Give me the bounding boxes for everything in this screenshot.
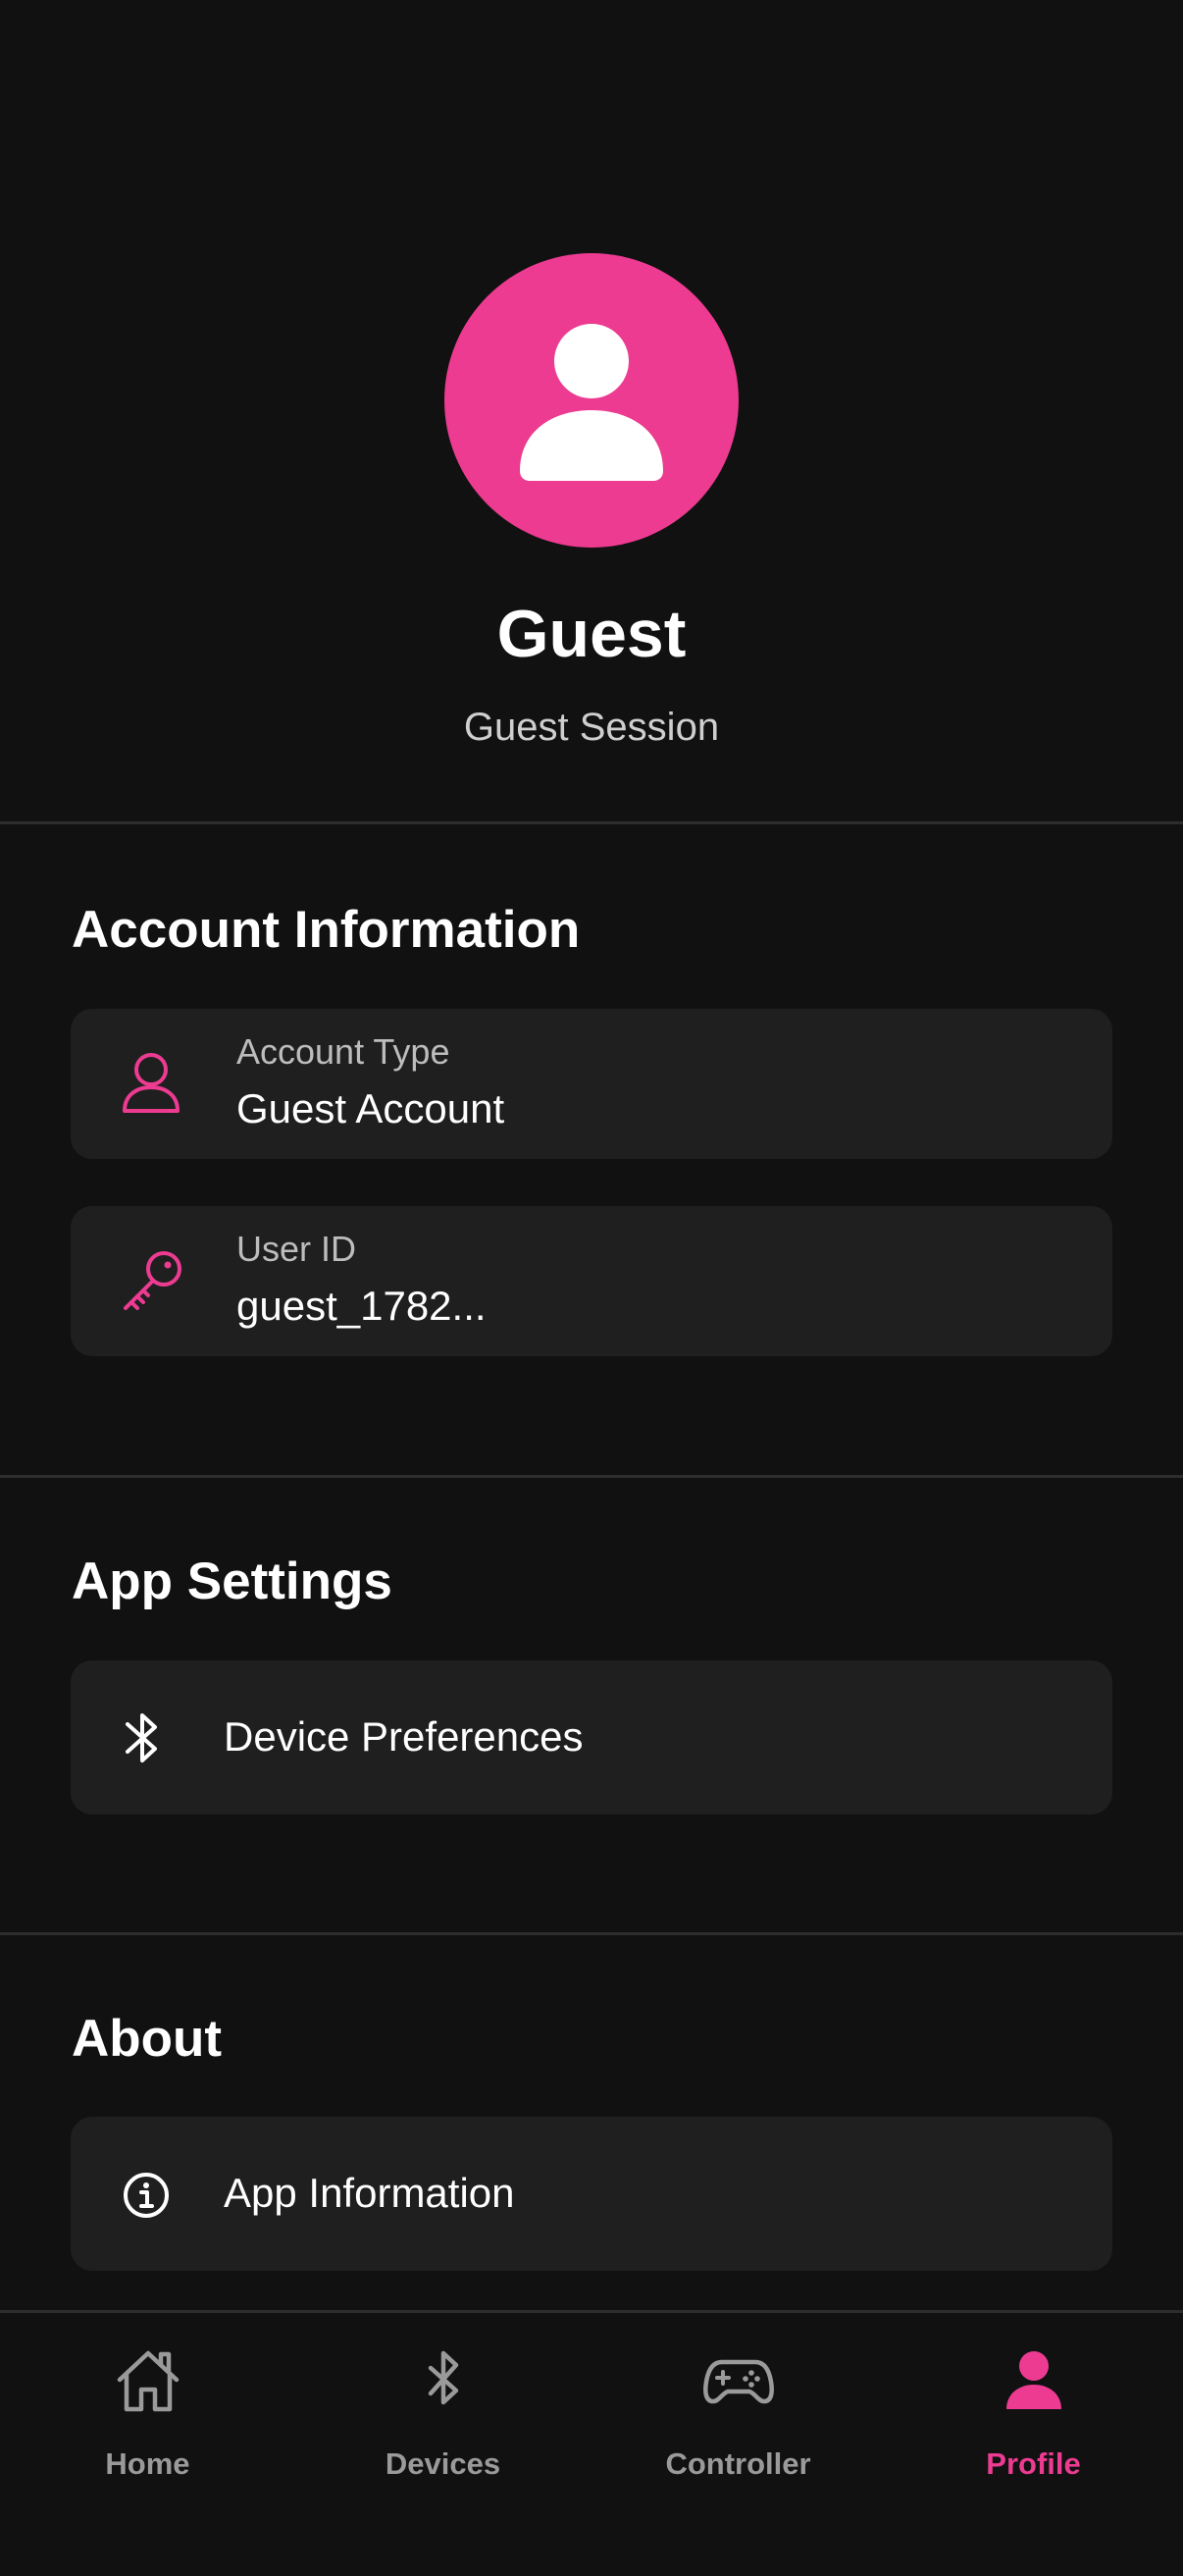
tab-devices[interactable]: Devices	[295, 2313, 591, 2576]
tab-home[interactable]: Home	[0, 2313, 295, 2576]
divider	[0, 821, 1183, 824]
app-information-card[interactable]: App Information	[71, 2117, 1112, 2271]
profile-avatar	[444, 253, 739, 548]
person-icon	[520, 324, 663, 481]
person-icon	[1005, 2351, 1061, 2409]
person-outline-icon	[123, 1053, 180, 1113]
account-type-label: Account Type	[236, 1031, 450, 1072]
divider	[0, 1475, 1183, 1478]
section-title-settings: App Settings	[72, 1552, 392, 1610]
tab-profile-label: Profile	[986, 2446, 1081, 2481]
tab-devices-label: Devices	[385, 2446, 501, 2481]
info-icon	[124, 2173, 169, 2218]
user-id-label: User ID	[236, 1229, 357, 1269]
tab-home-label: Home	[105, 2446, 190, 2481]
tab-controller-label: Controller	[665, 2446, 811, 2481]
app-information-label: App Information	[224, 2170, 515, 2216]
tab-profile[interactable]: Profile	[886, 2313, 1181, 2576]
device-preferences-label: Device Preferences	[224, 1713, 584, 1760]
bluetooth-icon	[126, 1713, 157, 1762]
divider	[0, 1932, 1183, 1935]
account-type-card: Account Type Guest Account	[71, 1009, 1112, 1159]
section-title-account: Account Information	[72, 901, 581, 959]
account-type-value: Guest Account	[236, 1085, 505, 1131]
tab-controller[interactable]: Controller	[591, 2313, 886, 2576]
user-id-card: User ID guest_1782...	[71, 1206, 1112, 1356]
device-preferences-card[interactable]: Device Preferences	[71, 1660, 1112, 1814]
home-icon	[117, 2350, 179, 2412]
bluetooth-icon	[428, 2350, 458, 2405]
section-title-about: About	[72, 2010, 223, 2068]
user-id-value: guest_1782...	[236, 1283, 487, 1329]
profile-session: Guest Session	[463, 706, 720, 749]
bottom-tab-bar: Home Devices Controller Profile	[0, 2310, 1183, 2576]
key-icon	[124, 1251, 181, 1310]
gamepad-icon	[702, 2359, 774, 2404]
profile-name: Guest	[496, 597, 687, 671]
